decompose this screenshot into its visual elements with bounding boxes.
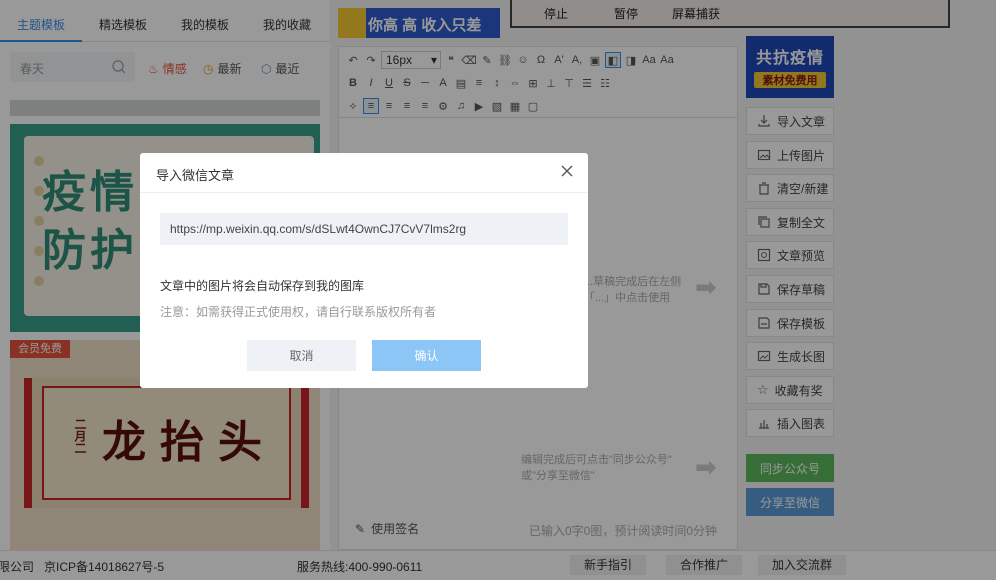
dialog-header: 导入微信文章 [140,153,588,193]
import-article-dialog: 导入微信文章 文章中的图片将会自动保存到我的图库 注意：如需获得正式使用权，请自… [140,153,588,388]
close-icon[interactable] [560,164,574,178]
cancel-button[interactable]: 取消 [247,340,356,371]
dialog-title: 导入微信文章 [156,168,235,183]
confirm-button[interactable]: 确认 [372,340,481,371]
article-url-input[interactable] [160,213,568,245]
dialog-info: 文章中的图片将会自动保存到我的图库 [160,279,365,293]
dialog-note: 注意：如需获得正式使用权，请自行联系版权所有者 [160,305,437,319]
